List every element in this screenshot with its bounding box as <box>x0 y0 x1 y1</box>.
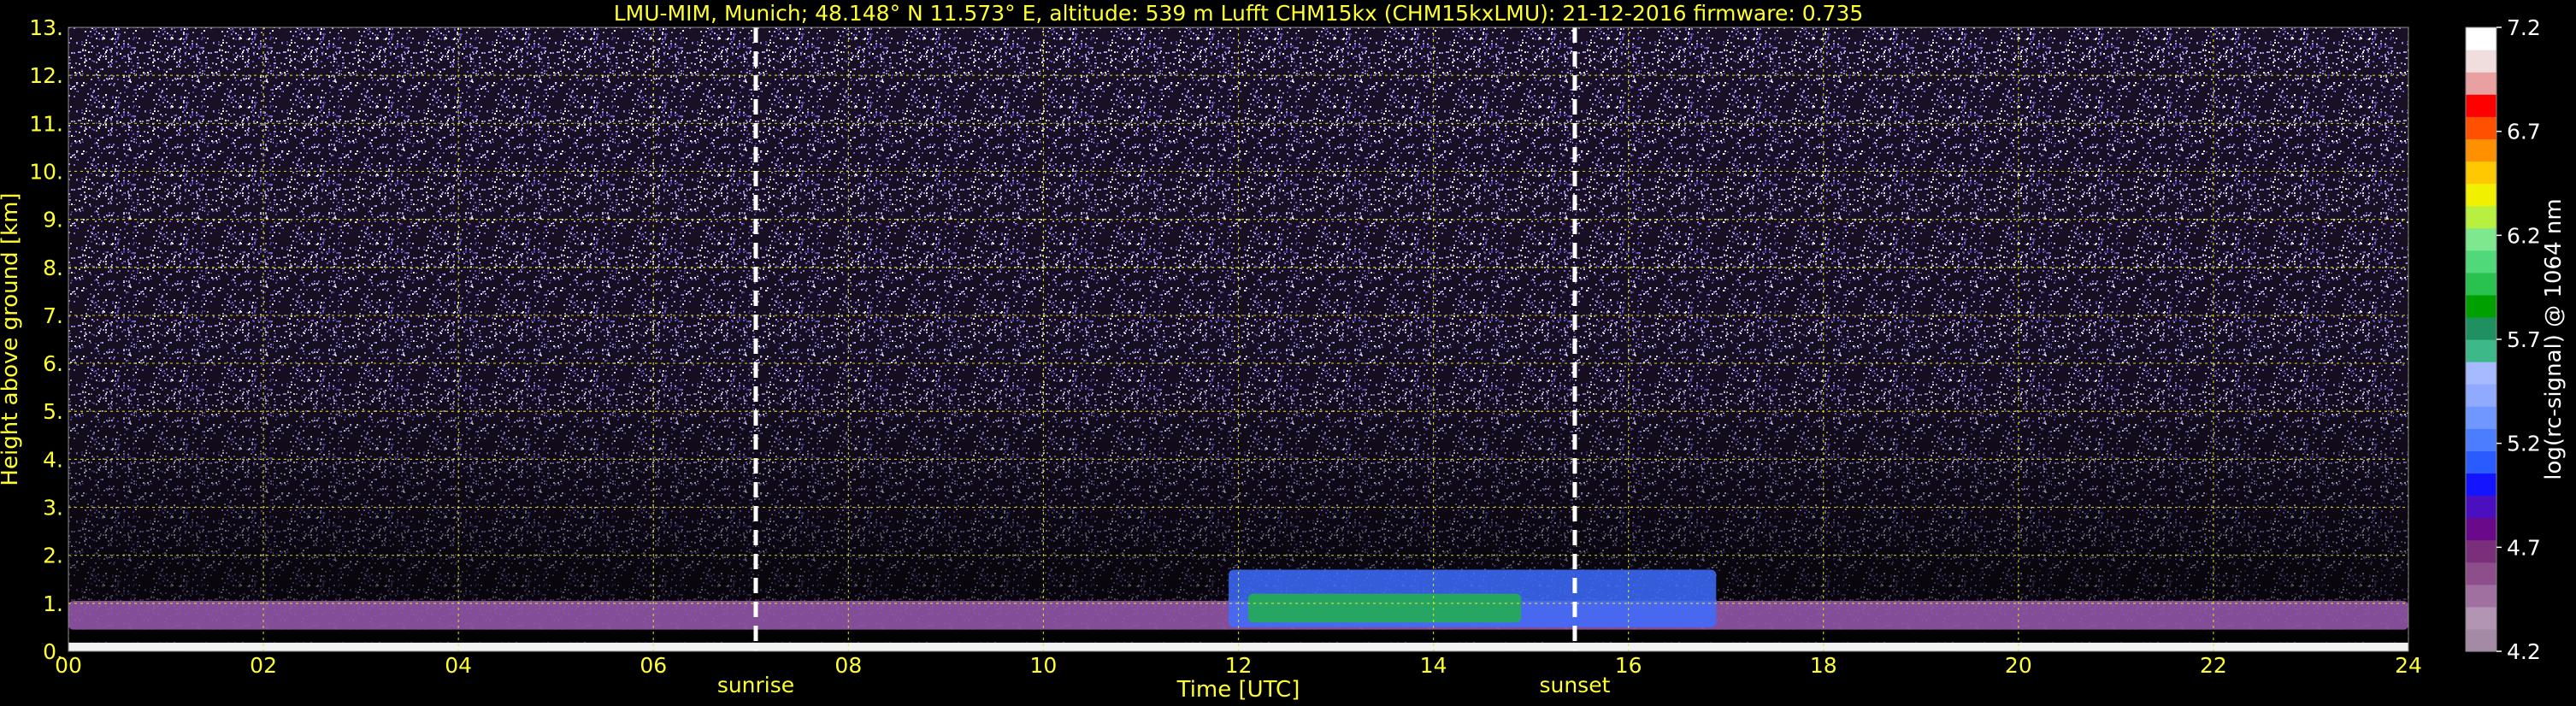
y-tick-label: 3. <box>43 496 63 521</box>
y-tick-label: 10. <box>29 159 63 184</box>
colorbar-swatch <box>2466 495 2496 519</box>
y-tick-label: 7. <box>43 303 63 328</box>
x-tick-label: 24 <box>2395 653 2422 678</box>
ceilometer-chart: LMU-MIM, Munich; 48.148° N 11.573° E, al… <box>0 1 2567 703</box>
y-tick-label: 5. <box>43 399 63 424</box>
y-tick-label: 9. <box>43 208 63 232</box>
colorbar-swatch <box>2466 406 2496 429</box>
sunrise-marker-label: sunrise <box>717 673 794 697</box>
colorbar-swatch <box>2466 316 2496 340</box>
colorbar-tick-label: 5.2 <box>2507 432 2541 456</box>
colorbar-swatch <box>2466 272 2496 296</box>
colorbar-swatch <box>2466 562 2496 585</box>
colorbar-ticks: 4.2 4.7 5.2 5.7 6.2 6.7 7.2 <box>2496 15 2541 664</box>
y-tick-label: 1. <box>43 591 63 616</box>
x-tick-label: 18 <box>1810 653 1837 678</box>
colorbar-swatch <box>2466 628 2496 652</box>
colorbar-swatch <box>2466 27 2496 50</box>
colorbar-swatch <box>2466 584 2496 608</box>
colorbar-swatch <box>2466 250 2496 274</box>
colorbar-label: log(rc-signal) @ 1064 nm <box>2541 198 2567 479</box>
colorbar-tick-label: 4.2 <box>2507 639 2541 664</box>
colorbar-tick-label: 6.2 <box>2507 223 2541 248</box>
colorbar-swatch <box>2466 384 2496 407</box>
colorbar-swatch <box>2466 227 2496 251</box>
colorbar-tick-label: 7.2 <box>2507 15 2541 40</box>
x-tick-label: 20 <box>2005 653 2032 678</box>
sunset-marker-label: sunset <box>1539 673 1610 697</box>
colorbar-tick-label: 5.7 <box>2507 327 2541 352</box>
colorbar-swatch <box>2466 339 2496 362</box>
colorbar-swatch <box>2466 183 2496 207</box>
y-tick-label: 6. <box>43 351 63 376</box>
y-axis-label: Height above ground [km] <box>0 192 23 485</box>
colorbar-swatch <box>2466 138 2496 162</box>
x-tick-label: 12 <box>1225 653 1253 678</box>
colorbar-swatch <box>2466 473 2496 497</box>
colorbar-swatch <box>2466 205 2496 229</box>
y-tick-label: 11. <box>29 111 63 136</box>
x-tick-label: 00 <box>55 653 82 678</box>
x-tick-label: 22 <box>2200 653 2227 678</box>
x-tick-label: 08 <box>834 653 862 678</box>
x-tick-label: 04 <box>445 653 472 678</box>
x-tick-label: 10 <box>1030 653 1058 678</box>
colorbar-swatch <box>2466 606 2496 630</box>
x-tick-label: 06 <box>640 653 667 678</box>
colorbar-swatch <box>2466 517 2496 541</box>
colorbar-swatch <box>2466 72 2496 95</box>
colorbar-swatch <box>2466 161 2496 185</box>
colorbar-swatch <box>2466 539 2496 563</box>
chart-title: LMU-MIM, Munich; 48.148° N 11.573° E, al… <box>614 1 1864 26</box>
colorbar-swatch <box>2466 362 2496 385</box>
x-axis-ticks: 00 02 04 06 08 10 12 14 16 18 20 22 24 <box>55 653 2422 678</box>
plot-area <box>68 27 2408 651</box>
y-tick-label: 8. <box>43 256 63 280</box>
colorbar-tick-label: 4.7 <box>2507 535 2541 560</box>
x-tick-label: 16 <box>1615 653 1642 678</box>
colorbar-tick-label: 6.7 <box>2507 120 2541 144</box>
layer-boundary-layer-core <box>1247 593 1522 623</box>
y-tick-label: 13. <box>29 15 63 40</box>
y-tick-label: 2. <box>43 544 63 568</box>
colorbar-swatch <box>2466 116 2496 139</box>
colorbar-swatch <box>2466 428 2496 451</box>
colorbar-swatch <box>2466 294 2496 318</box>
colorbar <box>2465 26 2497 652</box>
y-axis-ticks: 0.1.2.3.4.5.6.7.8.9.10.11.12.13. <box>29 15 63 664</box>
x-tick-label: 14 <box>1420 653 1447 678</box>
colorbar-swatch <box>2466 450 2496 474</box>
x-axis-label: Time [UTC] <box>1176 677 1300 703</box>
x-tick-label: 02 <box>250 653 277 678</box>
y-tick-label: 12. <box>29 63 63 88</box>
colorbar-swatch <box>2466 94 2496 117</box>
y-tick-label: 4. <box>43 447 63 472</box>
colorbar-swatch <box>2466 50 2496 73</box>
